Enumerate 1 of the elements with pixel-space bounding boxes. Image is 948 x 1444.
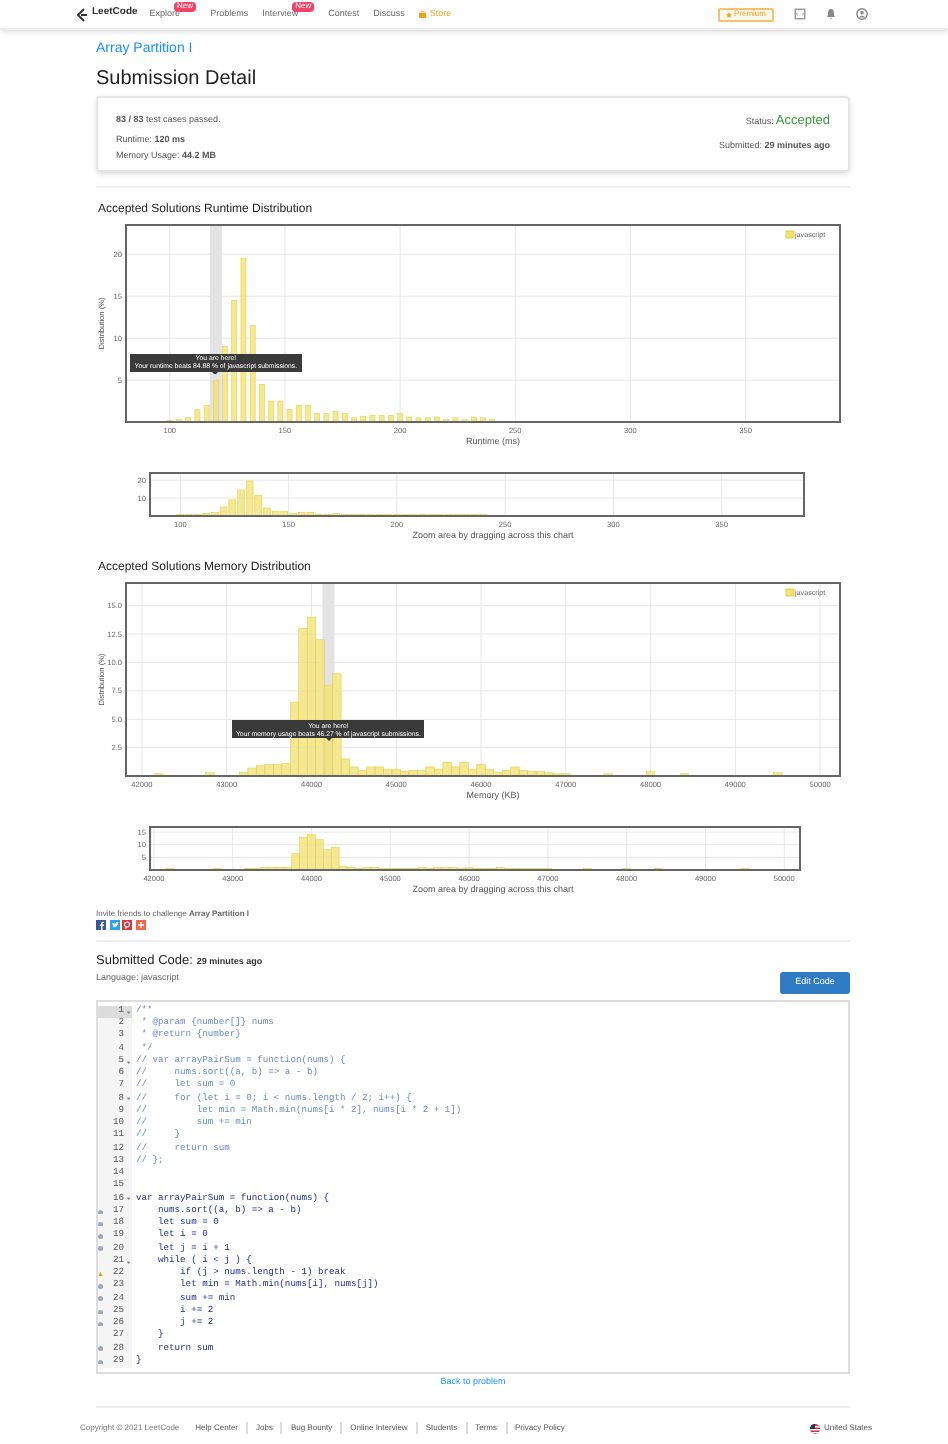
page-heading: Submission Detail <box>96 70 259 90</box>
